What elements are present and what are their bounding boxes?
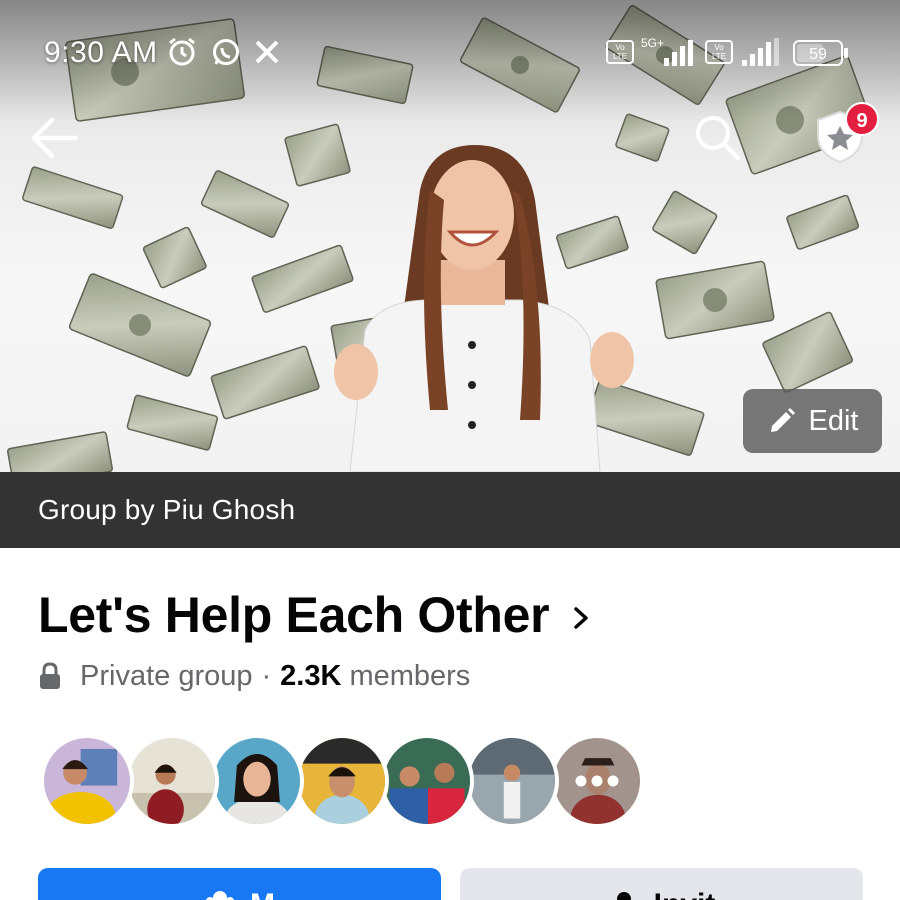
meta-separator: ·	[261, 660, 272, 692]
member-avatar-more[interactable]	[550, 734, 644, 828]
edit-cover-button[interactable]: Edit	[743, 389, 882, 453]
member-avatars[interactable]	[40, 734, 644, 828]
status-time: 9:30 AM	[44, 36, 158, 69]
members-button-label: M	[250, 888, 275, 900]
lock-icon	[40, 661, 60, 689]
chevron-right-icon	[574, 607, 589, 629]
signal-icon	[740, 36, 782, 68]
volte-icon: Vo LTE	[606, 40, 634, 64]
group-icon	[206, 891, 234, 900]
group-owner-text: Group by Piu Ghosh	[38, 494, 296, 525]
privacy-label: Private group	[80, 660, 253, 692]
invite-button[interactable]: Invit	[460, 868, 863, 900]
arrow-left-icon	[31, 117, 79, 159]
group-title: Let's Help Each Other	[38, 587, 550, 643]
notification-count-badge: 9	[845, 102, 879, 136]
alarm-icon	[166, 36, 198, 68]
group-meta: Private group · 2.3K members	[38, 660, 470, 693]
svg-text:Vo: Vo	[615, 43, 625, 52]
members-button[interactable]: M	[38, 868, 441, 900]
member-avatar-1[interactable]	[40, 734, 134, 828]
svg-text:Vo: Vo	[714, 43, 724, 52]
battery-level: 59	[809, 46, 827, 63]
5g-icon: 5G+	[640, 36, 700, 68]
member-avatar-4[interactable]	[295, 734, 389, 828]
member-avatar-2[interactable]	[125, 734, 219, 828]
group-owner-bar[interactable]: Group by Piu Ghosh	[0, 472, 900, 548]
member-avatar-6[interactable]	[465, 734, 559, 828]
member-avatar-3[interactable]	[210, 734, 304, 828]
add-person-icon	[616, 892, 631, 900]
battery-icon: 59	[793, 40, 849, 66]
back-button[interactable]	[26, 110, 86, 166]
whatsapp-icon	[210, 36, 242, 68]
svg-text:LTE: LTE	[712, 52, 726, 61]
member-avatar-5[interactable]	[380, 734, 474, 828]
more-members-icon	[575, 775, 619, 787]
close-icon	[254, 36, 280, 68]
group-title-link[interactable]: Let's Help Each Other	[38, 586, 593, 644]
network-label: 5G+	[641, 36, 664, 50]
invite-button-label: Invit	[654, 888, 716, 900]
member-suffix: members	[349, 660, 471, 692]
cover-photo[interactable]: 9:30 AM Vo LTE 5G+ Vo LTE 59 9 Edit	[0, 0, 900, 472]
member-count[interactable]: 2.3K	[280, 660, 341, 693]
search-button[interactable]	[692, 112, 742, 162]
edit-label: Edit	[808, 404, 859, 437]
volte-icon-2: Vo LTE	[705, 40, 733, 64]
status-bar: 9:30 AM Vo LTE 5G+ Vo LTE 59	[0, 28, 900, 78]
search-icon	[696, 116, 741, 161]
pencil-icon	[770, 408, 795, 432]
svg-text:LTE: LTE	[613, 52, 627, 61]
